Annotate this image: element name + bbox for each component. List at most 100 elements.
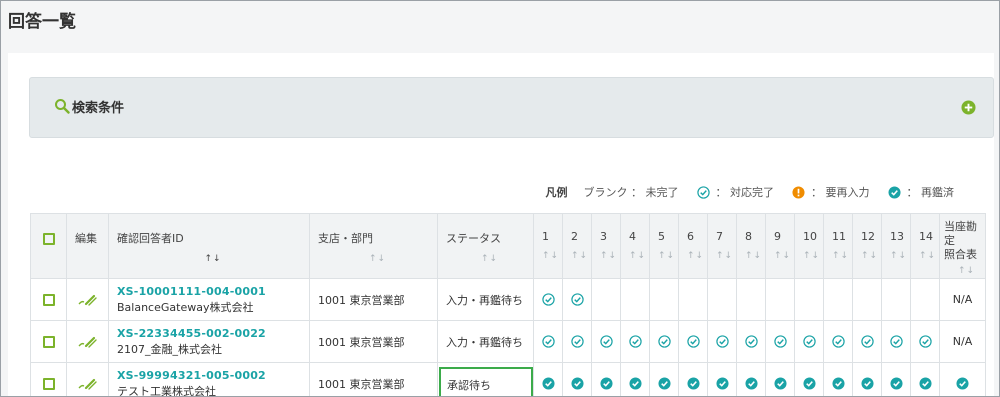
- search-panel[interactable]: 検索条件: [29, 77, 994, 138]
- legend-blank: ブランク ： 未完了: [583, 186, 679, 199]
- row-select-cell: [30, 362, 67, 396]
- table-body: XS-10001111-004-0001 BalanceGateway株式会社 10…: [30, 278, 986, 397]
- header-num[interactable]: 9 ↑↓: [765, 213, 795, 279]
- sort-icon[interactable]: ↑↓: [745, 251, 765, 261]
- company-name: テスト工業株式会社: [117, 384, 216, 397]
- sort-icon[interactable]: ↑↓: [774, 251, 794, 261]
- add-circle-icon[interactable]: [961, 100, 976, 115]
- item-status-cell: [620, 320, 650, 363]
- item-status-cell: [562, 278, 592, 321]
- item-status-cell: [533, 362, 563, 396]
- header-num[interactable]: 13 ↑↓: [881, 213, 911, 279]
- row-select-cell: [30, 278, 67, 321]
- respondent-id-link[interactable]: XS-22334455-002-0022: [117, 327, 309, 340]
- check-outline-icon: [570, 335, 584, 348]
- item-status-cell: [562, 320, 592, 363]
- check-filled-icon: [744, 377, 758, 390]
- header-edit: 編集: [66, 213, 109, 279]
- header-num[interactable]: 14 ↑↓: [910, 213, 940, 279]
- last-cell: [939, 362, 986, 396]
- check-outline-icon: [657, 335, 671, 348]
- search-label: 検索条件: [72, 101, 125, 116]
- header-branch[interactable]: 支店・部門 ↑↓: [309, 213, 438, 279]
- check-outline-icon: [889, 335, 903, 348]
- last-cell: N/A: [939, 278, 986, 321]
- item-status-cell: [736, 278, 766, 321]
- sort-icon[interactable]: ↑↓: [571, 251, 591, 261]
- header-last[interactable]: 当座勘定 照合表 ↑↓: [939, 213, 986, 279]
- header-num[interactable]: 3 ↑↓: [591, 213, 621, 279]
- edit-cell: [66, 320, 109, 363]
- check-filled-icon: [686, 377, 700, 390]
- header-num[interactable]: 11 ↑↓: [823, 213, 853, 279]
- header-num[interactable]: 7 ↑↓: [707, 213, 737, 279]
- sort-icon[interactable]: ↑↓: [117, 254, 309, 264]
- item-status-cell: [910, 362, 940, 396]
- check-outline-icon: [696, 185, 710, 199]
- sort-icon[interactable]: ↑↓: [944, 264, 985, 278]
- sort-icon[interactable]: ↑↓: [658, 251, 678, 261]
- item-status-cell: [707, 362, 737, 396]
- header-id[interactable]: 確認回答者ID ↑↓: [108, 213, 310, 279]
- content-card: 検索条件 凡例 ブランク ： 未完了 ： 対応完了 ： 要再入力 ： 再鑑済 編…: [8, 53, 994, 397]
- respondent-id-link[interactable]: XS-99994321-005-0002: [117, 369, 309, 382]
- branch-cell: 1001 東京営業部: [309, 362, 438, 396]
- sort-icon[interactable]: ↑↓: [446, 254, 533, 264]
- sort-icon[interactable]: ↑↓: [890, 251, 910, 261]
- item-status-cell: [910, 278, 940, 321]
- id-cell: XS-22334455-002-0022 2107_金融_株式会社: [108, 320, 310, 363]
- sort-icon[interactable]: ↑↓: [861, 251, 881, 261]
- sort-icon[interactable]: ↑↓: [318, 254, 437, 264]
- header-num[interactable]: 12 ↑↓: [852, 213, 882, 279]
- header-num[interactable]: 6 ↑↓: [678, 213, 708, 279]
- header-num[interactable]: 10 ↑↓: [794, 213, 824, 279]
- edit-pen-icon[interactable]: [77, 376, 99, 392]
- row-checkbox[interactable]: [42, 336, 55, 348]
- row-checkbox[interactable]: [42, 378, 55, 390]
- check-outline-icon: [918, 335, 932, 348]
- row-checkbox[interactable]: [42, 294, 55, 306]
- item-status-cell: [649, 320, 679, 363]
- check-filled-icon: [599, 377, 613, 390]
- item-status-cell: [620, 278, 650, 321]
- sort-icon[interactable]: ↑↓: [687, 251, 707, 261]
- sort-icon[interactable]: ↑↓: [803, 251, 823, 261]
- check-outline-icon: [686, 335, 700, 348]
- header-num[interactable]: 4 ↑↓: [620, 213, 650, 279]
- sort-icon[interactable]: ↑↓: [832, 251, 852, 261]
- legend-reconfirmed: ： 再鑑済: [906, 186, 955, 199]
- check-outline-icon: [715, 335, 729, 348]
- item-status-cell: [765, 278, 795, 321]
- edit-pen-icon[interactable]: [77, 334, 99, 350]
- check-outline-icon: [773, 335, 787, 348]
- table-row: XS-22334455-002-0022 2107_金融_株式会社 1001 東京営…: [30, 320, 986, 363]
- check-filled-icon: [887, 185, 901, 199]
- edit-pen-icon[interactable]: [77, 292, 99, 308]
- check-outline-icon: [628, 335, 642, 348]
- sort-icon[interactable]: ↑↓: [716, 251, 736, 261]
- header-num[interactable]: 8 ↑↓: [736, 213, 766, 279]
- select-all-checkbox[interactable]: [42, 233, 55, 245]
- sort-icon[interactable]: ↑↓: [629, 251, 649, 261]
- sort-icon[interactable]: ↑↓: [542, 251, 562, 261]
- check-filled-icon: [773, 377, 787, 390]
- sort-icon[interactable]: ↑↓: [919, 251, 939, 261]
- item-status-cell: [910, 320, 940, 363]
- header-num[interactable]: 5 ↑↓: [649, 213, 679, 279]
- header-num[interactable]: 1 ↑↓: [533, 213, 563, 279]
- check-filled-icon: [860, 377, 874, 390]
- header-num[interactable]: 2 ↑↓: [562, 213, 592, 279]
- status-cell: 承認待ち: [437, 362, 534, 396]
- id-cell: XS-10001111-004-0001 BalanceGateway株式会社: [108, 278, 310, 321]
- item-status-cell: [794, 362, 824, 396]
- item-status-cell: [649, 278, 679, 321]
- item-status-cell: [736, 320, 766, 363]
- header-status[interactable]: ステータス ↑↓: [437, 213, 534, 279]
- legend: 凡例 ブランク ： 未完了 ： 対応完了 ： 要再入力 ： 再鑑済: [546, 184, 955, 200]
- sort-icon[interactable]: ↑↓: [600, 251, 620, 261]
- table-header-row: 編集 確認回答者ID ↑↓ 支店・部門 ↑↓ ステータス ↑↓ 1 ↑↓ 2 ↑…: [30, 213, 986, 279]
- check-filled-icon: [956, 377, 969, 390]
- item-status-cell: [823, 320, 853, 363]
- check-filled-icon: [628, 377, 642, 390]
- respondent-id-link[interactable]: XS-10001111-004-0001: [117, 285, 309, 298]
